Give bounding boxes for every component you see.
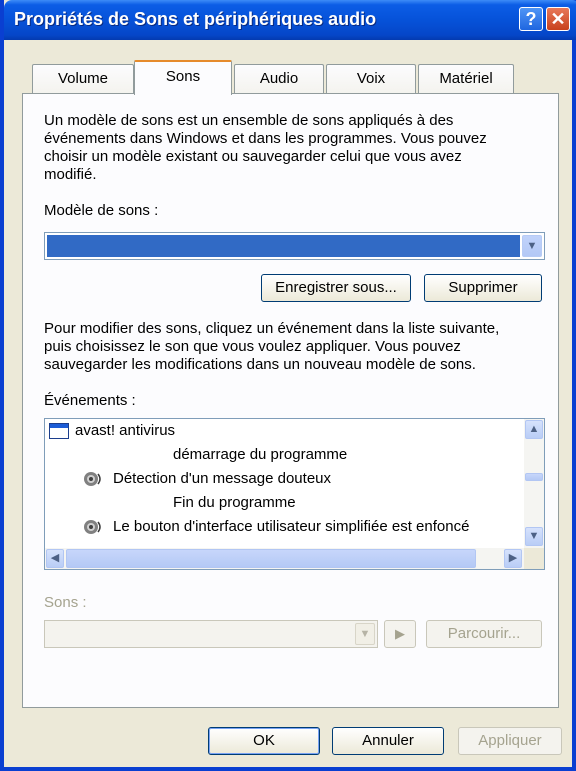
sound-scheme-label: Modèle de sons : xyxy=(44,202,159,219)
intro-line-2: événements dans Windows et dans les prog… xyxy=(44,130,487,147)
scroll-corner xyxy=(524,548,544,569)
list-item-label: Fin du programme xyxy=(173,494,296,511)
save-as-button[interactable]: Enregistrer sous... xyxy=(261,274,411,302)
close-button[interactable]: ✕ xyxy=(546,7,570,31)
tab-voix[interactable]: Voix xyxy=(326,64,416,94)
tab-sons[interactable]: Sons xyxy=(134,60,232,95)
list-item[interactable]: Détection d'un message douteux xyxy=(83,467,331,491)
scroll-down-icon[interactable]: ▼ xyxy=(525,527,543,546)
events-help-line-3: sauvegarder les modifications dans un no… xyxy=(44,356,476,373)
list-item-label: Détection d'un message douteux xyxy=(113,470,332,487)
events-help-line-1: Pour modifier des sons, cliquez un événe… xyxy=(44,320,500,337)
tab-materiel[interactable]: Matériel xyxy=(418,64,514,94)
play-icon[interactable]: ▶ xyxy=(384,620,416,648)
vertical-scroll-thumb[interactable] xyxy=(525,473,543,481)
tab-volume[interactable]: Volume xyxy=(32,64,134,94)
horizontal-scroll-thumb[interactable] xyxy=(66,549,476,568)
scroll-up-icon[interactable]: ▲ xyxy=(525,420,543,439)
horizontal-scrollbar[interactable]: ◀ ▶ xyxy=(45,548,525,569)
list-item[interactable]: démarrage du programme xyxy=(173,443,347,467)
intro-line-4: modifié. xyxy=(44,166,97,183)
title-bar[interactable]: Propriétés de Sons et périphériques audi… xyxy=(4,0,576,40)
browse-button[interactable]: Parcourir... xyxy=(426,620,542,648)
sound-scheme-value xyxy=(47,235,520,257)
apply-button[interactable]: Appliquer xyxy=(458,727,562,755)
help-button[interactable]: ? xyxy=(519,7,543,31)
list-item-label: démarrage du programme xyxy=(173,446,348,463)
list-item[interactable]: Fin du programme xyxy=(173,491,296,515)
delete-button[interactable]: Supprimer xyxy=(424,274,542,302)
events-help-line-2: puis choisissez le son que vous voulez a… xyxy=(44,338,461,355)
events-list[interactable]: avast! antivirus démarrage du programme … xyxy=(44,418,545,570)
speaker-icon xyxy=(83,470,105,488)
list-item[interactable]: Le bouton d'interface utilisateur simpli… xyxy=(83,515,523,539)
speaker-icon xyxy=(83,518,105,536)
events-label: Événements : xyxy=(44,392,136,409)
sounds-label: Sons : xyxy=(44,594,87,611)
sound-file-select[interactable]: ▼ xyxy=(44,620,378,648)
chevron-down-icon[interactable]: ▼ xyxy=(355,623,375,645)
tab-audio[interactable]: Audio xyxy=(234,64,324,94)
program-window-icon xyxy=(49,423,69,440)
cancel-button[interactable]: Annuler xyxy=(332,727,444,755)
vertical-scrollbar[interactable]: ▲ ▼ xyxy=(524,419,544,548)
list-item-label: avast! antivirus xyxy=(75,422,176,439)
ok-button[interactable]: OK xyxy=(208,727,320,755)
scroll-right-icon[interactable]: ▶ xyxy=(504,549,522,568)
list-item[interactable]: avast! antivirus xyxy=(49,419,175,443)
sound-scheme-select[interactable]: ▼ xyxy=(44,232,545,260)
intro-line-3: choisir un modèle existant ou sauvegarde… xyxy=(44,148,462,165)
chevron-down-icon[interactable]: ▼ xyxy=(522,235,542,257)
window-title: Propriétés de Sons et périphériques audi… xyxy=(14,9,377,29)
scroll-left-icon[interactable]: ◀ xyxy=(46,549,64,568)
intro-line-1: Un modèle de sons est un ensemble de son… xyxy=(44,112,454,129)
sound-properties-dialog: Propriétés de Sons et périphériques audi… xyxy=(0,0,576,771)
list-item-label: Le bouton d'interface utilisateur simpli… xyxy=(113,518,470,535)
